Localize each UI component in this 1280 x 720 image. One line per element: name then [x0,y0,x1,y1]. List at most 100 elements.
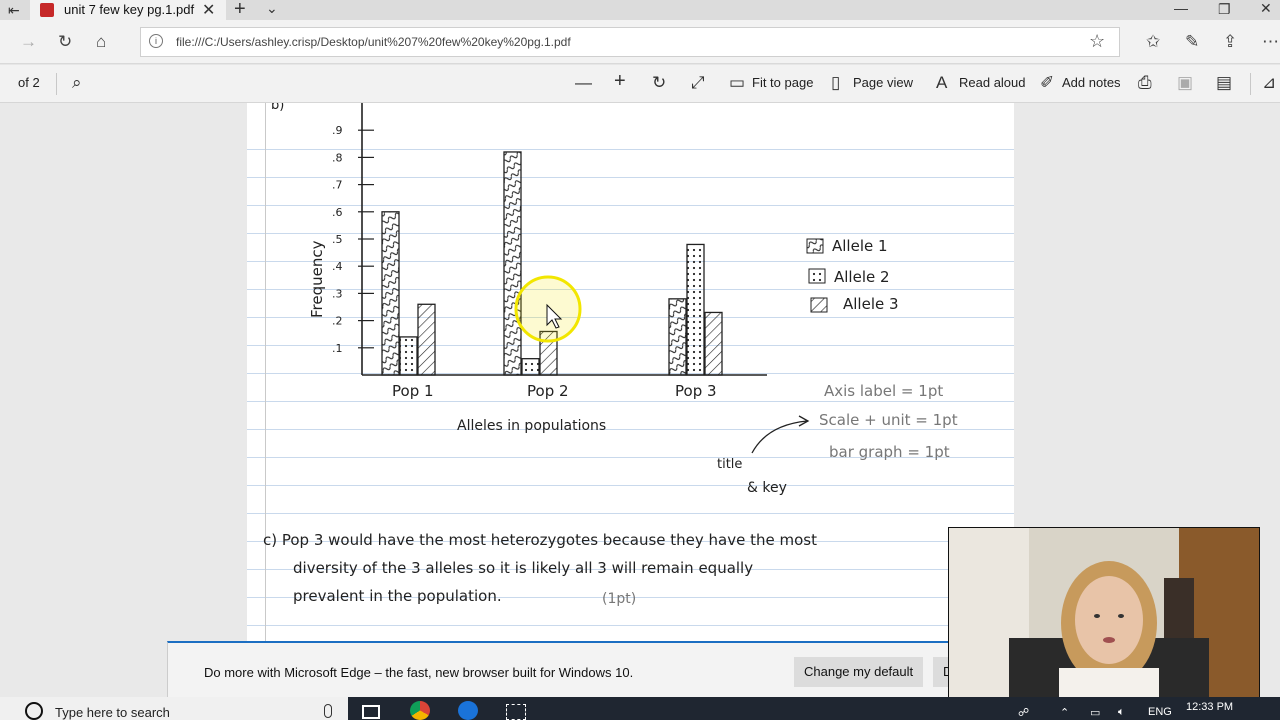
y-tick-label: .3 [332,287,343,300]
web-note-icon[interactable]: ✎ [1185,32,1199,52]
windows-taskbar: Type here to search ☍ ⌃ ▭ 🔈︎ ENG 12:33 P… [0,697,1280,720]
page-view-icon[interactable]: ▯ [831,73,840,93]
answer-line-1: c) Pop 3 would have the most heterozygot… [263,531,817,549]
page-view-button[interactable]: Page view [853,75,913,90]
bar-allele-2-pop-2 [521,358,540,376]
rubric-line-1: Axis label = 1pt [824,382,943,400]
close-window-icon[interactable]: ✕ [1260,0,1272,17]
restore-icon[interactable]: ❐ [1218,1,1231,18]
y-axis-label: Frequency [308,240,326,318]
print-icon[interactable]: ⎙ [1138,73,1152,93]
zoom-out-icon[interactable]: — [575,73,592,93]
y-tick-label: .1 [332,342,343,355]
answer-points: (1pt) [602,591,636,607]
y-axis-ticks: .1 .2 .3 .4 .5 .6 .7 .8 .9 [332,124,374,355]
divider [1250,73,1251,95]
people-icon[interactable]: ☍ [1018,706,1029,719]
url-text[interactable]: file:///C:/Users/ashley.crisp/Desktop/un… [176,35,571,49]
legend-swatch-allele-2 [808,268,826,284]
edge-icon[interactable] [458,701,478,720]
favorite-star-icon[interactable]: ☆ [1089,31,1105,52]
edge-promo-banner: Do more with Microsoft Edge – the fast, … [167,641,968,697]
rubric-line-3: bar graph = 1pt [829,443,950,461]
y-tick-label: .2 [332,315,343,328]
webcam-overlay [948,527,1260,703]
change-default-button[interactable]: Change my default [794,657,924,687]
rubric-line-2: Scale + unit = 1pt [819,411,958,429]
forward-icon[interactable]: → [20,32,37,52]
page-count: of 2 [18,75,40,90]
annotation-arrow [751,420,808,454]
fit-to-page-button[interactable]: Fit to page [752,75,813,90]
tab-preview-chevron-icon[interactable]: ⌄ [266,0,278,17]
search-placeholder[interactable]: Type here to search [55,705,170,720]
rubric: Axis label = 1pt Scale + unit = 1pt bar … [819,382,958,461]
pdf-toolbar: of 2 ⌕ — + ↻ ⤢ ▭ Fit to page ▯ Page view… [0,65,1280,103]
add-notes-button[interactable]: Add notes [1062,75,1121,90]
banner-message: Do more with Microsoft Edge – the fast, … [204,665,634,680]
search-icon[interactable]: ⌕ [72,73,82,93]
save-as-icon[interactable]: ▤ [1216,73,1232,93]
pin-toolbar-icon[interactable]: ⊿ [1262,73,1276,93]
pdf-page: b) .1 .2 .3 .4 .5 .6 .7 .8 .9 Pop 1 Pop 2 Pop 3 Fr… [247,103,1014,663]
read-aloud-icon[interactable]: A [936,73,947,93]
bar-allele-1-pop-2 [503,151,522,376]
fit-to-page-icon[interactable]: ▭ [729,73,745,93]
refresh-icon[interactable]: ↻ [58,32,72,52]
taskbar-search[interactable]: Type here to search [0,697,348,720]
answer-line-3: prevalent in the population. [293,587,502,605]
y-tick-label: .7 [332,179,343,192]
zoom-in-icon[interactable]: + [614,70,626,93]
rotate-icon[interactable]: ↻ [652,73,666,93]
close-tab-icon[interactable]: ✕ [202,0,215,20]
search-icon [25,702,43,720]
annotation-key: & key [747,480,787,496]
annotation-title: title [717,457,742,472]
x-category-label: Pop 3 [675,382,717,400]
bar-allele-1-pop-3 [668,298,687,376]
divider [56,73,57,95]
x-axis-label: Alleles in populations [457,418,606,434]
battery-icon[interactable]: ▭ [1090,706,1100,719]
browser-tab[interactable]: unit 7 few key pg.1.pdf ✕ [30,0,226,20]
legend-swatch-allele-1 [806,238,824,254]
window-title-bar: ⇤ unit 7 few key pg.1.pdf ✕ + ⌄ — ❐ ✕ [0,0,1280,20]
chrome-icon[interactable] [410,701,430,720]
x-category-label: Pop 2 [527,382,569,400]
y-tick-label: .5 [332,233,343,246]
microphone-icon[interactable] [324,704,332,718]
bar-allele-1-pop-1 [381,211,400,376]
share-icon[interactable]: ⇪ [1223,32,1237,52]
pdf-file-icon [40,3,54,17]
read-aloud-button[interactable]: Read aloud [959,75,1026,90]
favorites-icon[interactable]: ✩ [1146,32,1160,52]
site-info-icon[interactable]: i [149,34,163,48]
url-field[interactable]: i file:///C:/Users/ashley.crisp/Desktop/… [140,27,1120,57]
bar-allele-2-pop-3 [686,243,705,376]
minimize-icon[interactable]: — [1174,0,1188,16]
more-menu-icon[interactable]: ⋯ [1262,32,1279,52]
save-icon[interactable]: ▣ [1177,73,1193,93]
y-tick-label: .6 [332,206,343,219]
legend-label-allele-1: Allele 1 [832,237,888,255]
y-tick-label: .9 [332,124,343,137]
fullscreen-icon[interactable]: ⤢ [691,73,705,93]
volume-icon[interactable]: 🔈︎ [1118,706,1125,719]
y-tick-label: .8 [332,151,343,164]
answer-line-2: diversity of the 3 alleles so it is like… [293,559,753,577]
add-notes-icon[interactable]: ✐ [1040,73,1054,93]
clock-time[interactable]: 12:33 PM [1186,701,1233,713]
new-tab-icon[interactable]: + [234,0,246,21]
legend-label-allele-2: Allele 2 [834,268,890,286]
answer-c: c) Pop 3 would have the most heterozygot… [263,531,817,607]
snip-icon[interactable] [506,704,526,720]
presenter-video [949,528,1259,702]
language-indicator[interactable]: ENG [1148,706,1172,718]
y-tick-label: .4 [332,260,343,273]
question-label: b) [271,103,284,113]
home-icon[interactable]: ⌂ [96,32,106,52]
task-view-icon[interactable] [362,705,380,719]
back-to-tabs-icon[interactable]: ⇤ [8,2,20,19]
legend-swatch-allele-3 [810,297,828,313]
tray-chevron-icon[interactable]: ⌃ [1060,706,1069,719]
